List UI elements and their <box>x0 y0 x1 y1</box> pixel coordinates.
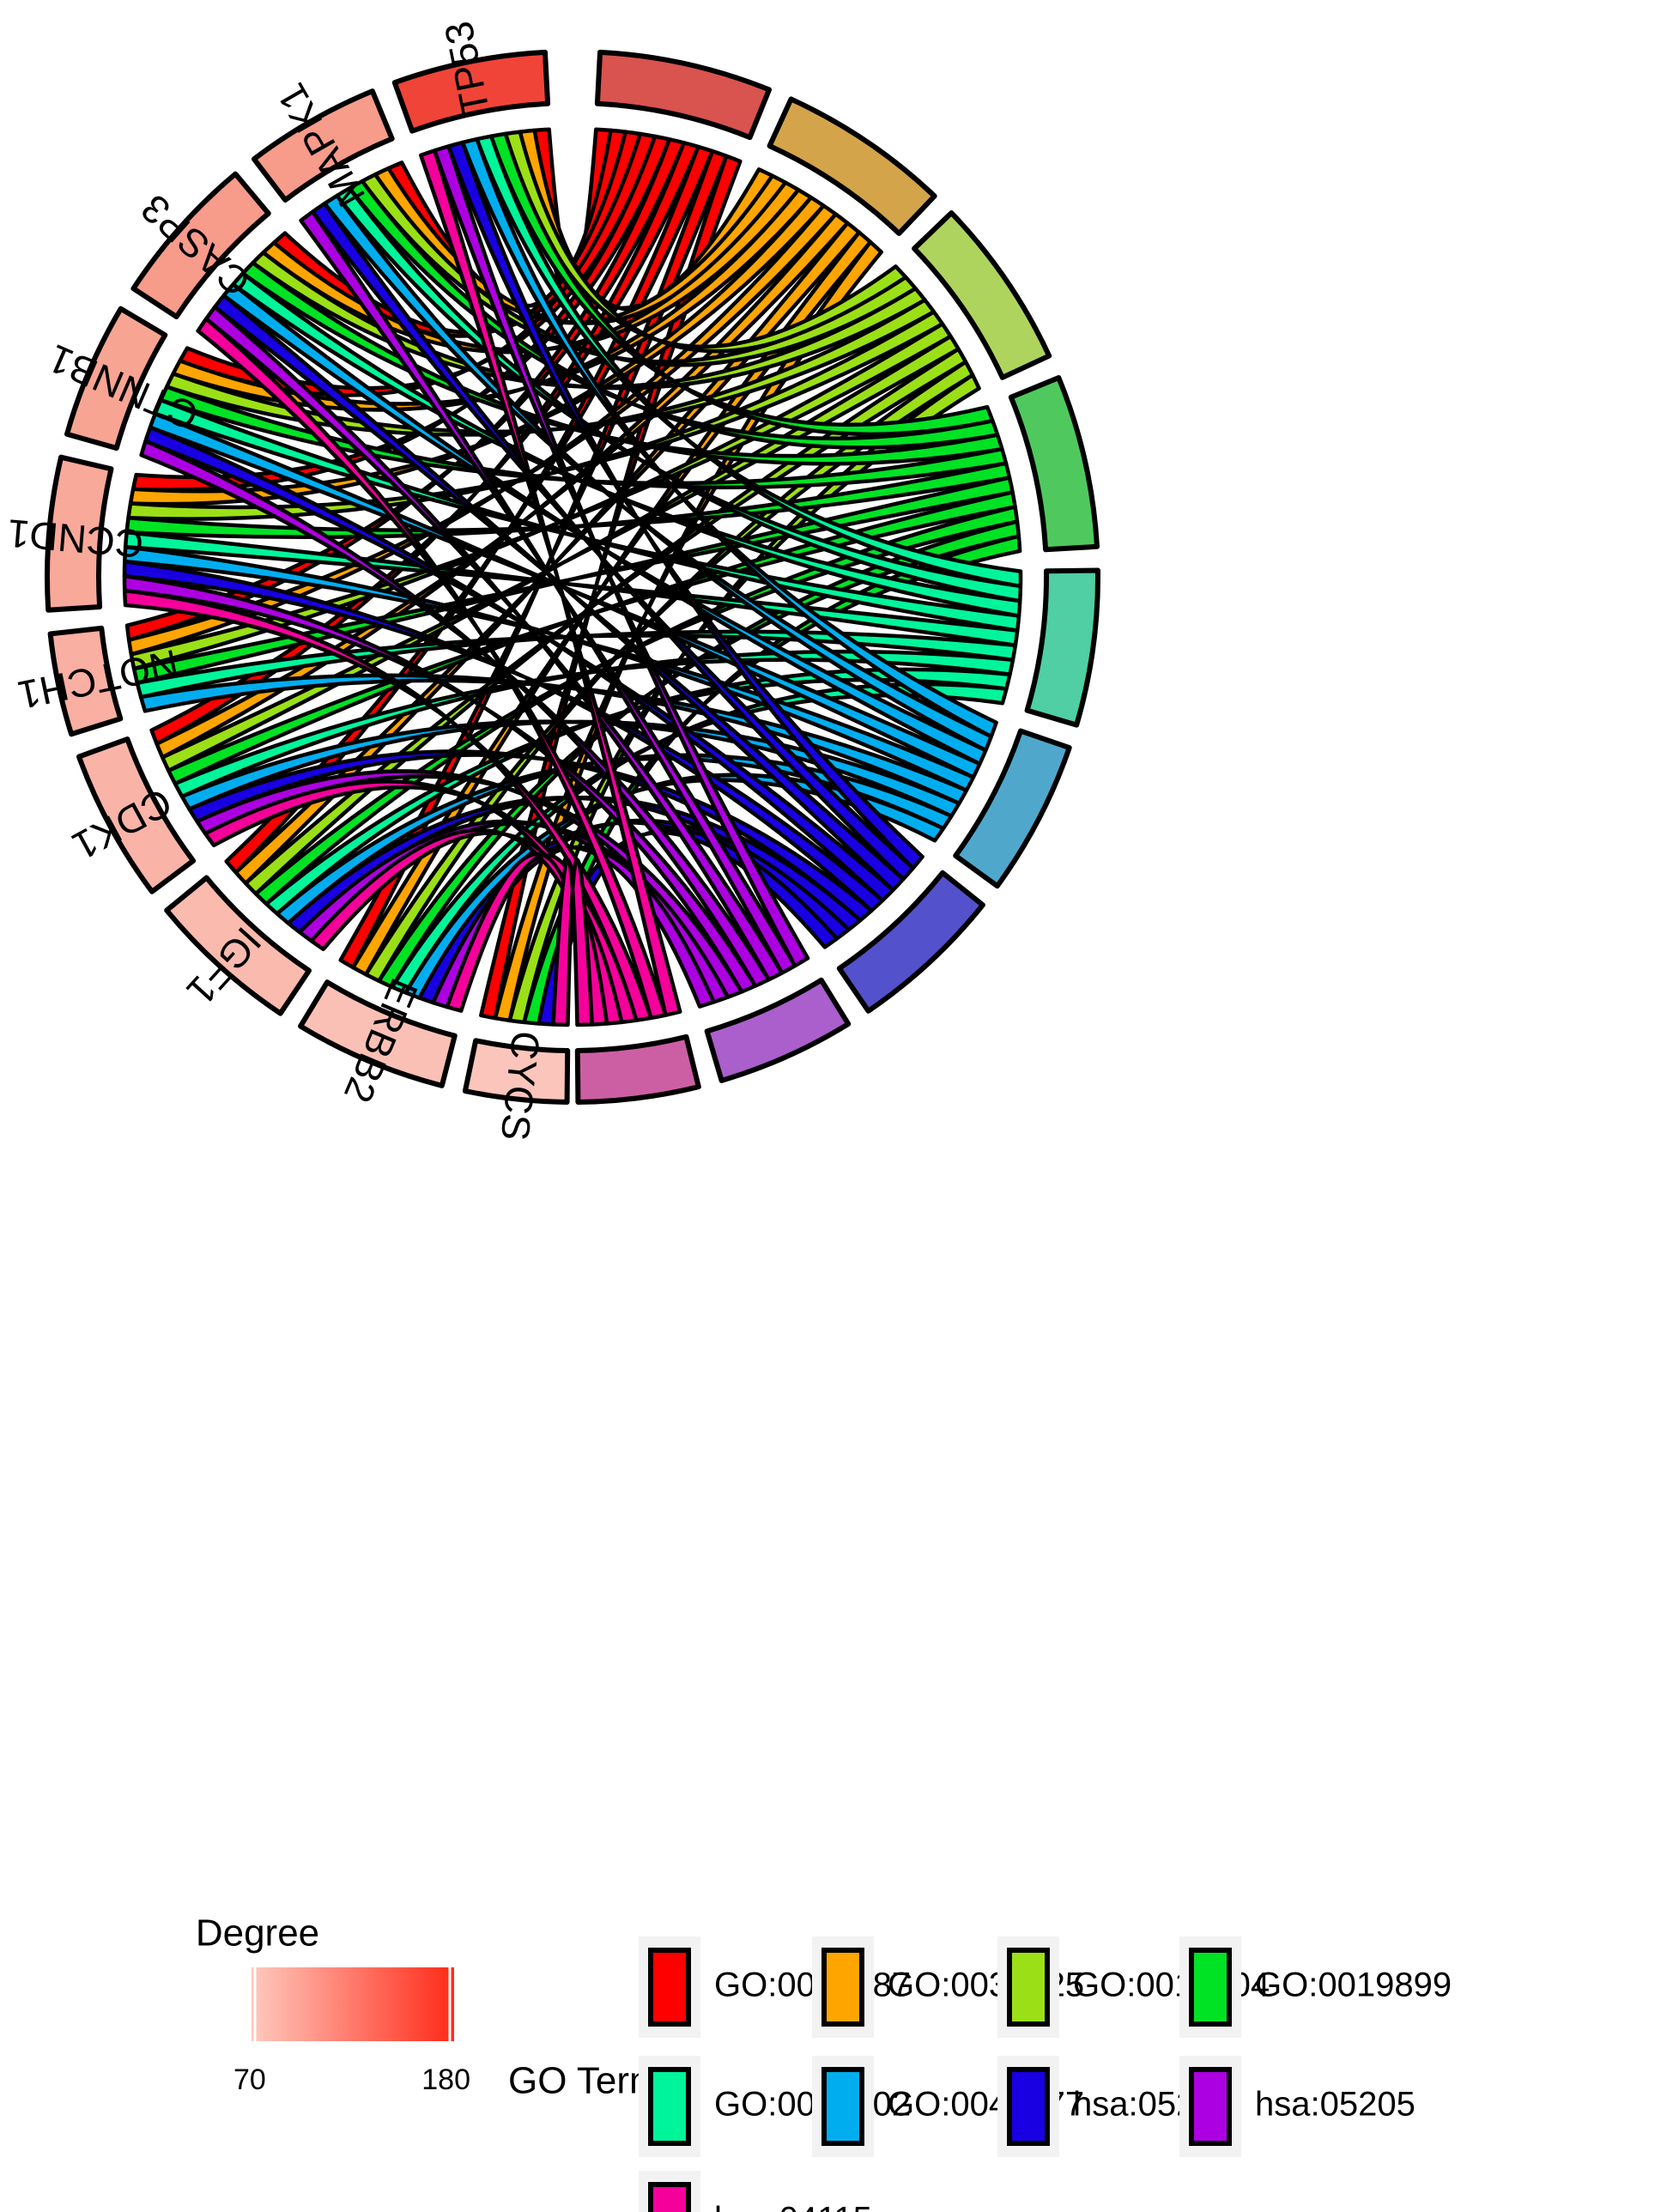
legend-swatch[interactable] <box>648 2182 691 2212</box>
legend-swatch[interactable] <box>1189 1948 1232 2027</box>
degree-min-label: 70 <box>233 2064 266 2096</box>
degree-legend-title: Degree <box>196 1912 319 1954</box>
go-term-arc[interactable] <box>574 1033 701 1105</box>
legend-swatch[interactable] <box>648 2067 691 2146</box>
gochord-figure: TP53 MAPK1 CASP3 CTNNB1 CCND1 NOTCH1 CDK1 IGF1 E… <box>0 0 1661 2212</box>
gene-label: CCND1 <box>6 511 145 567</box>
go-term-arc[interactable] <box>1008 375 1100 553</box>
degree-gradient-bar <box>252 1967 454 2041</box>
legend-label: GO:0019899 <box>1255 1967 1452 2004</box>
legend-items: GO:0070887GO:0031325GO:0010604GO:0019899… <box>639 1936 1452 2212</box>
legend: Degree 70 180 GO Terms GO:0070887GO:0031… <box>196 1912 1452 2212</box>
legend-swatch[interactable] <box>1189 2067 1232 2146</box>
legend-swatch[interactable] <box>821 1948 864 2027</box>
chord-diagram-svg: TP53MAPK1CASP3CTNNB1CCND1NOTCH1CDK1IGF1E… <box>6 18 1452 2212</box>
ribbon-layer <box>122 127 1023 1027</box>
legend-label: hsa:05205 <box>1255 2086 1415 2124</box>
legend-label: hsa:04115 <box>714 2201 872 2212</box>
go-term-arc[interactable] <box>594 49 773 141</box>
legend-swatch[interactable] <box>648 1948 691 2027</box>
legend-swatch[interactable] <box>1007 1948 1050 2027</box>
go-term-arc[interactable] <box>1024 567 1100 728</box>
legend-swatch[interactable] <box>821 2067 864 2146</box>
legend-swatch[interactable] <box>1007 2067 1050 2146</box>
degree-max-label: 180 <box>421 2064 470 2096</box>
